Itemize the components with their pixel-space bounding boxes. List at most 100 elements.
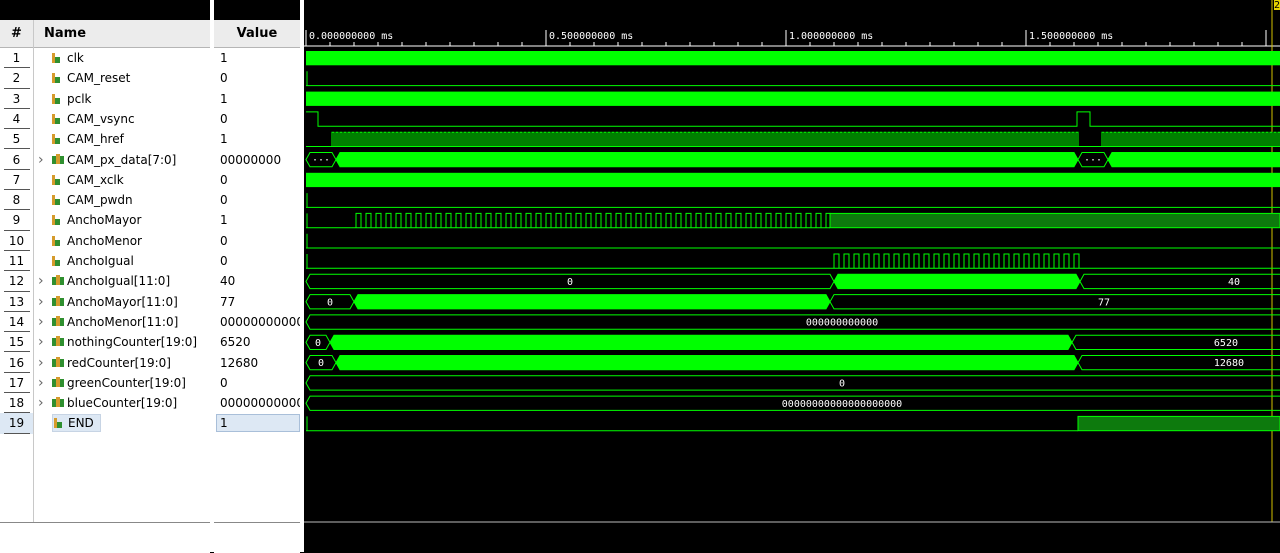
signal-value-row[interactable]: 0 [214, 109, 300, 129]
signal-value-row[interactable]: 1 [214, 48, 300, 68]
row-number[interactable]: 10 [0, 231, 33, 251]
vsync-waveform [306, 111, 1280, 127]
expand-chevron-icon[interactable]: › [38, 312, 44, 332]
signal-name: CAM_href [67, 132, 124, 147]
signal-row[interactable]: AnchoIgual [34, 251, 210, 271]
row-number[interactable]: 2 [0, 68, 33, 89]
anchomayor-high-region [829, 212, 1280, 229]
bus-value-label: 0 [839, 378, 845, 389]
column-header-number[interactable]: # [0, 20, 33, 48]
signal-value-row[interactable]: 0 [214, 190, 300, 210]
row-number-label: 9 [12, 213, 21, 228]
bus-value-label: 0 [315, 338, 321, 349]
signal-value-row[interactable]: 1 [214, 89, 300, 109]
row-number[interactable]: 8 [0, 190, 33, 211]
wire-signal-icon [52, 174, 60, 185]
waveform-canvas[interactable]: 0.000000000 ms 0.500000000 ms 1.000000000 … [304, 0, 1280, 552]
signal-row[interactable]: AnchoMenor [34, 231, 210, 251]
column-header-value[interactable]: Value [214, 20, 300, 48]
signal-row[interactable]: END [34, 413, 210, 433]
row-number-label: 12 [8, 274, 25, 289]
row-number[interactable]: 14 [0, 312, 33, 333]
expand-chevron-icon[interactable]: › [38, 393, 44, 413]
signal-value-row[interactable]: 0 [214, 231, 300, 251]
signal-row[interactable]: › AnchoMenor[11:0] [34, 312, 210, 332]
expand-chevron-icon[interactable]: › [38, 271, 44, 291]
signal-value-row[interactable]: 12680 [214, 353, 300, 373]
signal-row[interactable]: › redCounter[19:0] [34, 353, 210, 373]
signal-value-row[interactable]: 1 [214, 210, 300, 230]
signal-value: 0 [220, 111, 228, 126]
row-number[interactable]: 19 [0, 413, 33, 434]
signal-name: clk [67, 51, 84, 65]
row-number[interactable]: 7 [0, 170, 33, 191]
anchoigual-waveform [833, 253, 1080, 269]
signal-value-row[interactable]: 6520 [214, 332, 300, 352]
expand-chevron-icon[interactable]: › [38, 373, 44, 393]
nothingcounter-bus-segment [1071, 334, 1280, 350]
expand-chevron-icon[interactable]: › [38, 292, 44, 312]
signal-value: 1 [220, 51, 228, 65]
nothingcounter-bus-segment [329, 334, 1073, 350]
column-header-name[interactable]: Name [34, 20, 210, 48]
bus-value-label: 00000000000000000000 [782, 399, 902, 410]
signal-row[interactable]: › greenCounter[19:0] [34, 373, 210, 393]
bus-signal-icon [52, 376, 64, 387]
anchomayor-bus-segment [829, 294, 1280, 310]
signal-row[interactable]: clk [34, 48, 210, 68]
signal-row[interactable]: CAM_xclk [34, 170, 210, 190]
row-number[interactable]: 9 [0, 210, 33, 231]
signal-value-row[interactable]: 000000000000 [214, 312, 300, 332]
signal-value-row[interactable]: 0 [214, 170, 300, 190]
row-number[interactable]: 13 [0, 292, 33, 312]
bus-signal-icon [52, 315, 64, 326]
signal-row[interactable]: CAM_vsync [34, 109, 210, 129]
signal-row[interactable]: CAM_href [34, 129, 210, 149]
row-number[interactable]: 12 [0, 271, 33, 292]
signal-name: AnchoIgual [67, 254, 134, 268]
signal-value-row[interactable]: 000000000000 [214, 393, 300, 413]
signal-row[interactable]: › AnchoIgual[11:0] [34, 271, 210, 291]
signal-row[interactable]: AnchoMayor [34, 210, 210, 230]
signal-row[interactable]: › blueCounter[19:0] [34, 393, 210, 413]
signal-value-row[interactable]: 0 [214, 251, 300, 271]
signal-value-row[interactable]: 40 [214, 271, 300, 291]
signal-row[interactable]: CAM_reset [34, 68, 210, 88]
expand-chevron-icon[interactable]: › [38, 150, 44, 170]
signal-name: CAM_pwdn [67, 193, 133, 208]
signal-value-row[interactable]: 00000000 [214, 150, 300, 170]
row-number[interactable]: 17 [0, 373, 33, 394]
signal-row[interactable]: › AnchoMayor[11:0] [34, 292, 210, 312]
column-divider[interactable] [33, 20, 34, 522]
signal-row[interactable]: pclk [34, 89, 210, 109]
bus-signal-icon [52, 153, 64, 164]
row-number[interactable]: 5 [0, 129, 33, 150]
signal-value-row[interactable]: 1 [214, 129, 300, 149]
row-number[interactable]: 6 [0, 150, 33, 170]
bus-signal-icon [52, 336, 64, 347]
signal-value: 12680 [220, 355, 259, 370]
signal-row[interactable]: › nothingCounter[19:0] [34, 332, 210, 352]
name-pane-scrollbar[interactable] [0, 522, 210, 553]
signal-value-row[interactable]: 0 [214, 373, 300, 393]
row-number[interactable]: 16 [0, 353, 33, 373]
expand-chevron-icon[interactable]: › [38, 353, 44, 373]
row-number[interactable]: 4 [0, 109, 33, 130]
bus-value-label: 40 [1228, 277, 1240, 288]
signal-value-row[interactable]: 77 [214, 292, 300, 312]
signal-value: 0 [220, 71, 228, 86]
signal-row[interactable]: CAM_pwdn [34, 190, 210, 210]
signal-value-row[interactable]: 0 [214, 68, 300, 88]
signal-name: AnchoMayor[11:0] [67, 294, 178, 309]
row-number[interactable]: 1 [0, 48, 33, 69]
expand-chevron-icon[interactable]: › [38, 332, 44, 352]
value-pane-scrollbar[interactable] [214, 522, 300, 553]
row-number[interactable]: 15 [0, 332, 33, 353]
row-number[interactable]: 11 [0, 251, 33, 272]
signal-row[interactable]: › CAM_px_data[7:0] [34, 150, 210, 170]
row-number[interactable]: 18 [0, 393, 33, 414]
row-number-label: 14 [8, 314, 25, 329]
row-number[interactable]: 3 [0, 89, 33, 109]
top-strip [0, 0, 300, 20]
signal-value-row[interactable]: 1 [214, 413, 300, 433]
